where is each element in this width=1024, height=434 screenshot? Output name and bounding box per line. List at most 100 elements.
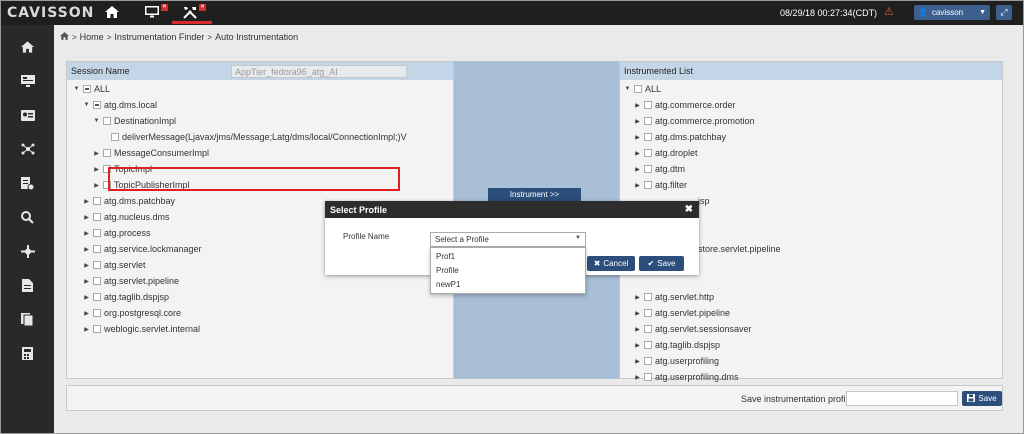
expand-icon[interactable]: ▶ [83,326,90,333]
profile-name-input[interactable] [846,391,958,406]
tree-node[interactable]: ▶ atg.dtm [634,162,685,176]
tree-node[interactable]: ▶ atg.servlet [83,258,145,272]
tree-node-partial[interactable]: jsp [698,194,710,208]
expand-icon[interactable]: ▶ [93,150,100,157]
checkbox[interactable] [644,325,652,333]
tree-node[interactable]: ▶ atg.servlet.pipeline [634,306,730,320]
user-menu-button[interactable]: 👤 cavisson ▼ [914,5,990,20]
tree-node[interactable]: ▼ atg.dms.local [83,98,158,112]
tree-node[interactable]: ▶ MessageConsumerImpl [93,146,209,160]
expand-icon[interactable]: ▶ [83,198,90,205]
breadcrumb-home[interactable]: Home [80,32,104,42]
home-icon[interactable] [101,3,123,21]
tree-node[interactable]: ▶ org.postgresql.core [83,306,181,320]
tree-node[interactable]: ▶ atg.dms.patchbay [83,194,175,208]
checkbox[interactable] [634,85,642,93]
expand-icon[interactable]: ▶ [634,358,641,365]
checkbox[interactable] [644,309,652,317]
expand-icon[interactable]: ▶ [83,262,90,269]
checkbox[interactable] [93,213,101,221]
checkbox[interactable] [93,197,101,205]
expand-icon[interactable]: ▶ [93,166,100,173]
documents-stack-icon[interactable] [1,307,54,331]
expand-icon[interactable]: ▶ [83,310,90,317]
home-icon[interactable] [60,32,69,42]
expand-icon[interactable]: ▶ [634,342,641,349]
save-button[interactable]: ✔ Save [639,256,684,271]
checkbox[interactable] [93,293,101,301]
dropdown-option[interactable]: newP1 [436,280,460,289]
expand-icon[interactable]: ▶ [634,134,641,141]
sidebar-home-icon[interactable] [1,35,54,59]
collapse-icon[interactable]: ▼ [624,86,631,92]
expand-icon[interactable]: ▶ [83,246,90,253]
checkbox[interactable] [103,117,111,125]
checkbox[interactable] [644,165,652,173]
network-icon[interactable] [1,137,54,161]
tree-node[interactable]: ▶ atg.servlet.http [634,290,714,304]
dropdown-option[interactable]: Prof1 [436,252,455,261]
tree-node[interactable]: ▶ atg.userprofiling.dms [634,370,738,384]
cancel-button[interactable]: ✖ Cancel [587,256,635,271]
expand-icon[interactable]: ▶ [634,150,641,157]
checkbox[interactable] [103,149,111,157]
checkbox[interactable] [644,357,652,365]
expand-icon[interactable]: ▶ [83,230,90,237]
expand-icon[interactable]: ▶ [634,118,641,125]
collapse-icon[interactable]: ▼ [73,86,80,92]
breadcrumb-instrumentation-finder[interactable]: Instrumentation Finder [114,32,204,42]
tree-node-method[interactable]: deliverMessage(Ljavax/jms/Message;Latg/d… [111,130,407,144]
expand-icon[interactable]: ▶ [634,326,641,333]
checkbox[interactable] [644,293,652,301]
tree-node[interactable]: ▶ atg.droplet [634,146,697,160]
expand-icon[interactable]: ▶ [634,310,641,317]
tree-node[interactable]: ▶ atg.taglib.dspjsp [83,290,169,304]
checkbox[interactable] [644,341,652,349]
tree-node[interactable]: ▶ weblogic.servlet.internal [83,322,200,336]
dashboard-icon[interactable] [1,69,54,93]
checkbox[interactable] [644,149,652,157]
id-card-icon[interactable] [1,103,54,127]
tree-node[interactable]: ▶ atg.userprofiling [634,354,719,368]
profile-select[interactable]: Select a Profile ▼ [430,232,586,247]
tree-node[interactable]: ▶ atg.dms.patchbay [634,130,726,144]
tree-node-partial[interactable]: store.servlet.pipeline [698,242,781,256]
document-icon[interactable] [1,273,54,297]
search-icon[interactable] [1,205,54,229]
expand-icon[interactable]: ▶ [83,214,90,221]
calculator-icon[interactable] [1,341,54,365]
save-profile-button[interactable]: Save [962,391,1002,406]
checkbox[interactable] [93,245,101,253]
expand-icon[interactable]: ▶ [83,294,90,301]
close-icon[interactable]: × [199,4,206,11]
tree-node[interactable]: ▼ ALL [624,82,662,96]
collapse-icon[interactable]: ▼ [83,102,90,108]
tree-node[interactable]: ▶ atg.service.lockmanager [83,242,201,256]
expand-icon[interactable]: ▶ [83,278,90,285]
session-name-field[interactable]: AppTier_fedora96_atg_AI [231,65,407,78]
checkbox[interactable] [644,101,652,109]
tools-icon[interactable]: × [179,3,206,21]
alert-icon[interactable]: ⚠ [884,5,894,18]
expand-icon[interactable]: ▶ [634,166,641,173]
tree-node[interactable]: ▶ atg.servlet.sessionsaver [634,322,751,336]
checkbox[interactable] [83,85,91,93]
tree-node[interactable]: ▶ atg.nucleus.dms [83,210,169,224]
checkbox[interactable] [93,101,101,109]
checkbox[interactable] [111,133,119,141]
checkbox[interactable] [93,325,101,333]
expand-icon[interactable]: ▶ [634,102,641,109]
collapse-icon[interactable]: ▼ [93,118,100,124]
settings-flow-icon[interactable] [1,239,54,263]
dropdown-option[interactable]: Profile [436,266,459,275]
tree-node[interactable]: ▶ atg.process [83,226,150,240]
close-icon[interactable]: ✖ [685,204,693,215]
tree-node[interactable]: ▶ atg.commerce.order [634,98,735,112]
checkbox[interactable] [644,117,652,125]
checkbox[interactable] [93,309,101,317]
checkbox[interactable] [93,229,101,237]
tree-node[interactable]: ▶ atg.taglib.dspjsp [634,338,720,352]
checkbox[interactable] [93,277,101,285]
tree-node[interactable]: ▶ atg.filter [634,178,687,192]
expand-icon[interactable]: ▶ [93,182,100,189]
